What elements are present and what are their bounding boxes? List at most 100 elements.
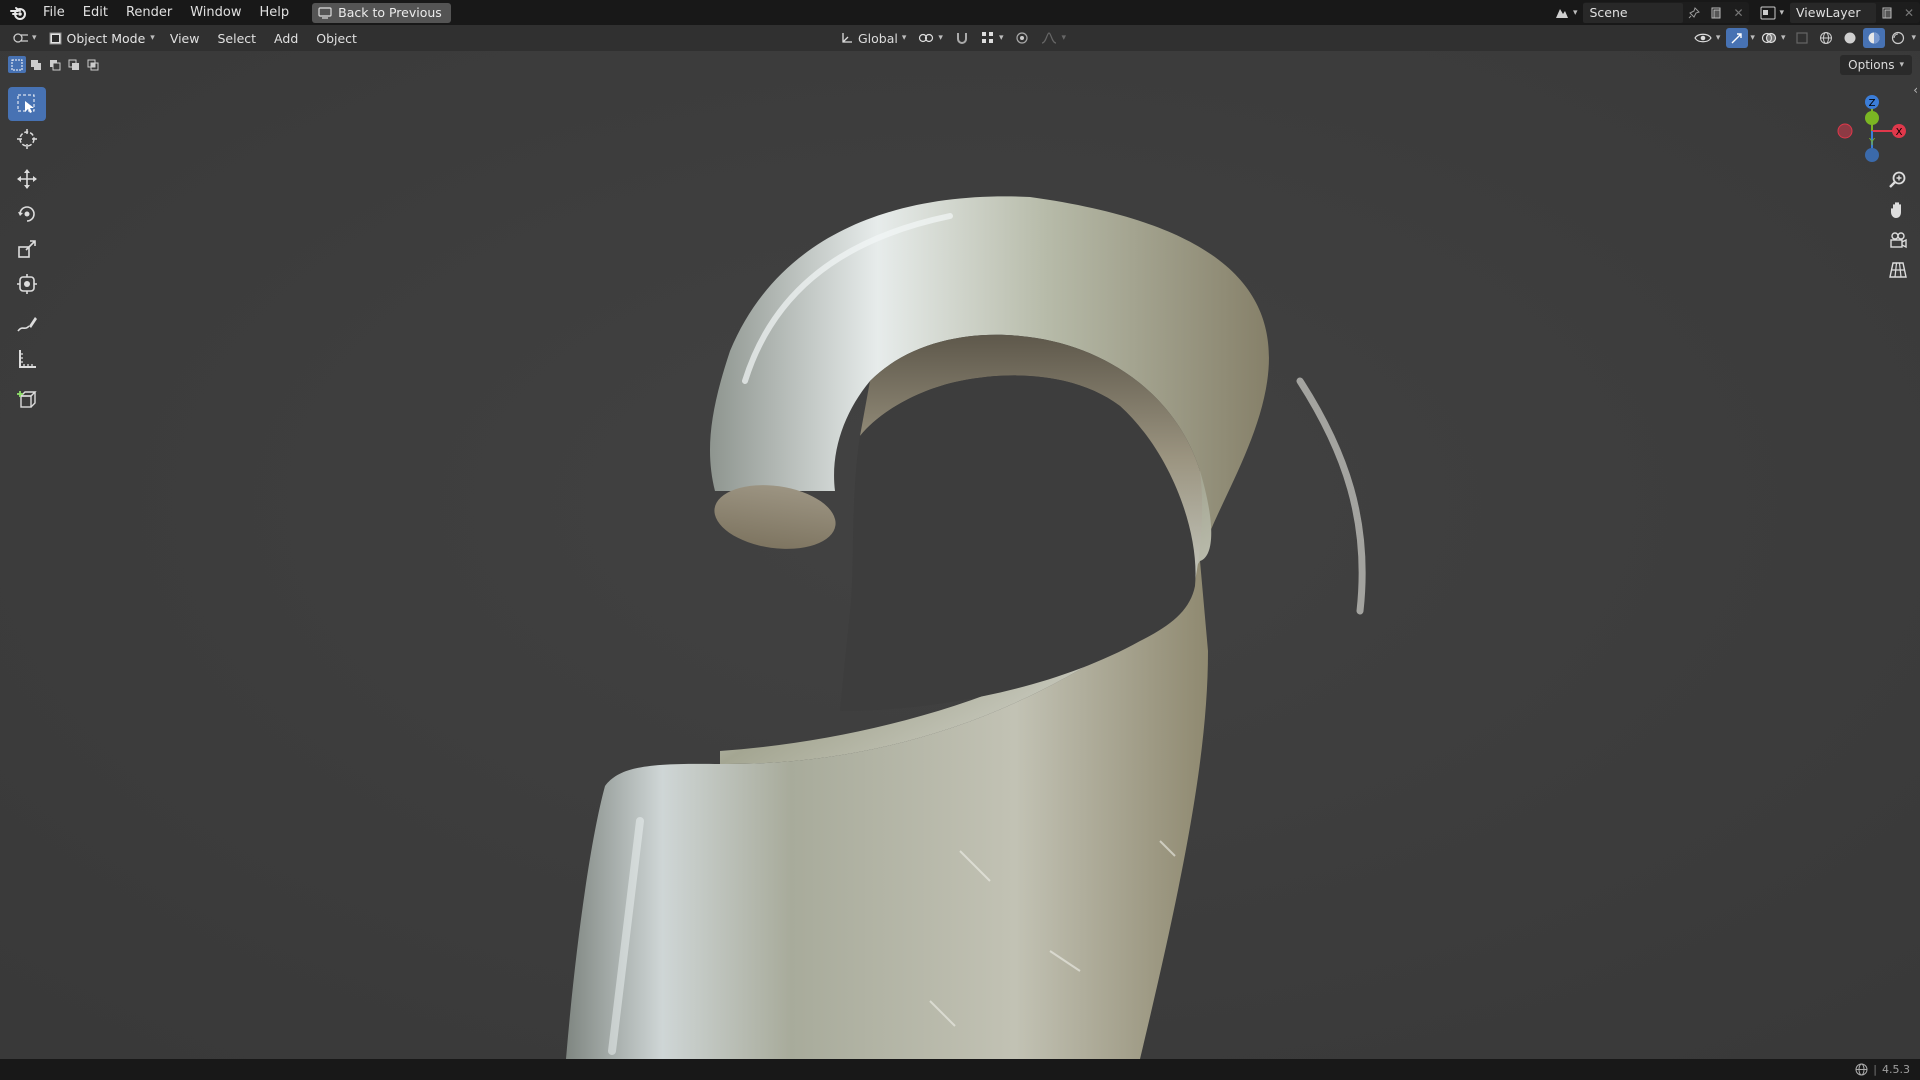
rotate-icon bbox=[18, 206, 35, 222]
options-label: Options bbox=[1848, 58, 1895, 72]
gizmo-neg-z-icon[interactable] bbox=[1865, 148, 1879, 162]
transform-orientation-select[interactable]: Global ▾ bbox=[836, 28, 910, 48]
snap-target-select[interactable]: ▾ bbox=[977, 28, 1008, 48]
status-bar: | 4.5.3 bbox=[0, 1059, 1920, 1080]
perspective-toggle-button[interactable] bbox=[1884, 257, 1912, 283]
measure-icon bbox=[19, 350, 36, 368]
header-menu-view[interactable]: View bbox=[161, 31, 209, 46]
gizmo-z-label: Z bbox=[1869, 98, 1876, 109]
tool-move[interactable] bbox=[8, 162, 46, 196]
xray-toggle[interactable] bbox=[1791, 28, 1813, 48]
falloff-select[interactable]: ▾ bbox=[1037, 28, 1070, 48]
gizmo-icon bbox=[1731, 33, 1743, 44]
proportional-editing-toggle[interactable] bbox=[1011, 28, 1033, 48]
orientation-label: Global bbox=[858, 30, 898, 46]
delete-view-layer-icon[interactable]: ✕ bbox=[1898, 3, 1920, 23]
menu-file[interactable]: File bbox=[34, 0, 74, 25]
view-layer-dropdown-caret-icon[interactable]: ▾ bbox=[1779, 8, 1784, 18]
options-dropdown[interactable]: Options ▾ bbox=[1840, 55, 1912, 75]
select-extend-button[interactable] bbox=[27, 56, 45, 73]
tool-scale[interactable] bbox=[8, 232, 46, 266]
scene-dropdown-caret-icon[interactable]: ▾ bbox=[1573, 8, 1578, 18]
tool-rotate[interactable] bbox=[8, 197, 46, 231]
menu-window[interactable]: Window bbox=[181, 0, 250, 25]
back-to-previous-button[interactable]: Back to Previous bbox=[312, 2, 451, 23]
wireframe-sphere-icon bbox=[1820, 32, 1833, 44]
snap-toggle[interactable] bbox=[951, 28, 973, 48]
gizmo-y-icon[interactable] bbox=[1865, 111, 1879, 125]
shading-material-button[interactable] bbox=[1863, 28, 1886, 48]
tool-cursor[interactable] bbox=[8, 122, 46, 156]
version-label: 4.5.3 bbox=[1882, 1063, 1910, 1076]
view-layer-selector[interactable]: ViewLayer ✕ bbox=[1790, 2, 1920, 23]
header-menu-add[interactable]: Add bbox=[265, 31, 307, 46]
selection-mode-group bbox=[8, 56, 102, 73]
navigation-gizmo[interactable]: Z Y X bbox=[1830, 89, 1910, 169]
menu-edit[interactable]: Edit bbox=[74, 0, 117, 25]
version-display: | 4.5.3 bbox=[1855, 1059, 1910, 1080]
menu-render[interactable]: Render bbox=[117, 0, 181, 25]
scale-icon bbox=[18, 240, 36, 258]
scene-name-field[interactable]: Scene bbox=[1583, 2, 1684, 23]
pin-icon[interactable] bbox=[1683, 3, 1705, 23]
new-scene-icon[interactable] bbox=[1705, 3, 1727, 23]
move-icon bbox=[17, 169, 37, 189]
scene-type-icon[interactable] bbox=[1551, 3, 1573, 23]
gizmo-y-label: Y bbox=[1868, 137, 1876, 148]
camera-icon bbox=[1890, 232, 1907, 249]
snap-grid-icon bbox=[981, 32, 993, 43]
object-mode-icon bbox=[49, 32, 62, 44]
blender-logo-icon[interactable] bbox=[4, 0, 34, 25]
overlays-icon bbox=[1761, 32, 1777, 44]
shading-caret-icon[interactable]: ▾ bbox=[1911, 33, 1916, 43]
tool-shelf bbox=[8, 87, 48, 417]
shading-rendered-button[interactable] bbox=[1887, 28, 1909, 48]
editor-type-caret-icon[interactable]: ▾ bbox=[32, 33, 37, 43]
header-menu-object[interactable]: Object bbox=[307, 31, 366, 46]
object-mode-select[interactable]: Object Mode ▾ bbox=[43, 28, 161, 48]
gizmo-caret-icon[interactable]: ▾ bbox=[1750, 33, 1755, 43]
eye-icon bbox=[1694, 33, 1712, 43]
options-caret-icon: ▾ bbox=[1899, 60, 1904, 70]
gizmo-x-label: X bbox=[1896, 127, 1903, 138]
pivot-point-select[interactable]: ▾ bbox=[914, 28, 947, 48]
3d-viewport[interactable]: Options ▾ Z Y X ‹ bbox=[0, 51, 1920, 1059]
tool-select-box[interactable] bbox=[8, 87, 46, 121]
scene-selector[interactable]: Scene ✕ bbox=[1583, 2, 1750, 23]
visibility-select[interactable]: ▾ bbox=[1690, 28, 1725, 48]
editor-type-icon[interactable] bbox=[10, 28, 32, 48]
tool-add-cube[interactable] bbox=[8, 382, 46, 416]
shading-solid-button[interactable] bbox=[1839, 28, 1861, 48]
rendered-sphere-icon bbox=[1892, 31, 1905, 45]
header-menu-select[interactable]: Select bbox=[208, 31, 265, 46]
select-subtract-button[interactable] bbox=[46, 56, 64, 73]
view-layer-icon[interactable] bbox=[1757, 3, 1779, 23]
gizmo-toggle[interactable] bbox=[1726, 28, 1749, 48]
select-new-button[interactable] bbox=[8, 56, 26, 73]
select-new-icon bbox=[11, 59, 23, 70]
overlays-toggle[interactable]: ▾ bbox=[1757, 28, 1790, 48]
gizmo-neg-x-icon[interactable] bbox=[1837, 123, 1853, 139]
visibility-caret-icon: ▾ bbox=[1715, 33, 1721, 43]
zoom-button[interactable] bbox=[1884, 167, 1912, 193]
proportional-editing-icon bbox=[1016, 32, 1029, 44]
select-intersect-icon bbox=[87, 59, 99, 70]
shading-wireframe-button[interactable] bbox=[1815, 28, 1837, 48]
select-invert-button[interactable] bbox=[65, 56, 83, 73]
tool-measure[interactable] bbox=[8, 342, 46, 376]
select-intersect-button[interactable] bbox=[84, 56, 102, 73]
delete-scene-icon[interactable]: ✕ bbox=[1727, 3, 1749, 23]
version-separator: | bbox=[1873, 1063, 1877, 1076]
view-layer-field[interactable]: ViewLayer bbox=[1790, 2, 1876, 23]
pan-button[interactable] bbox=[1884, 197, 1912, 223]
tool-annotate[interactable] bbox=[8, 307, 46, 341]
metal-hook-model[interactable] bbox=[0, 51, 1920, 1059]
new-view-layer-icon[interactable] bbox=[1876, 3, 1898, 23]
select-subtract-icon bbox=[50, 59, 61, 70]
camera-view-button[interactable] bbox=[1884, 227, 1912, 253]
tool-transform[interactable] bbox=[8, 267, 46, 301]
sidebar-toggle-icon[interactable]: ‹ bbox=[1913, 83, 1918, 97]
orientation-axes-icon bbox=[842, 33, 852, 43]
menu-help[interactable]: Help bbox=[251, 0, 299, 25]
object-mode-caret-icon: ▾ bbox=[150, 33, 155, 43]
